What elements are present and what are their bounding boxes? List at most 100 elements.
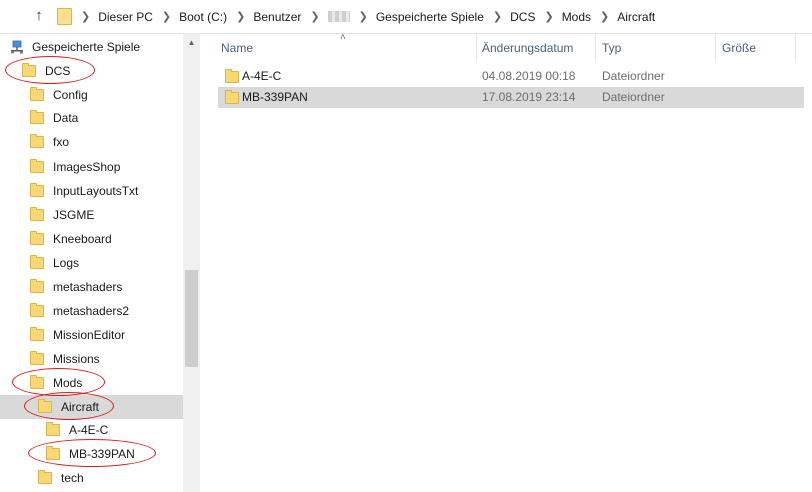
nav-scroll-thumb[interactable] [185, 270, 198, 367]
folder-icon [38, 399, 52, 413]
file-type: Dateiordner [602, 69, 665, 83]
tree-item-label: fxo [53, 135, 70, 149]
file-list: ˄ Name Änderungsdatum Typ Größe A-4E-C 0… [200, 32, 812, 492]
tree-item-tech[interactable]: tech [0, 466, 200, 490]
tree-item-label: Logs [53, 256, 80, 270]
tree-item-label: metashaders2 [53, 304, 130, 318]
tree-item-label: Missions [53, 352, 100, 366]
tree-item-aircraft[interactable]: Aircraft [0, 395, 200, 419]
tree-item-label: DCS [45, 64, 71, 78]
chevron-right-icon[interactable]: ❯ [81, 10, 90, 23]
column-divider[interactable] [595, 34, 596, 62]
column-header-size[interactable]: Größe [722, 34, 756, 62]
file-row-mb-339pan[interactable]: MB-339PAN 17.08.2019 23:14 Dateiordner [218, 87, 804, 108]
column-divider[interactable] [795, 34, 796, 62]
sort-ascending-icon: ˄ [340, 32, 346, 43]
tree-item-label: Mods [53, 376, 83, 390]
folder-icon [30, 183, 44, 197]
tree-item-gespeicherte-spiele[interactable]: Gespeicherte Spiele [0, 35, 193, 59]
up-arrow-icon[interactable]: ↑ [30, 7, 48, 25]
chevron-right-icon[interactable]: ❯ [236, 10, 245, 23]
tree-item-metashaders2[interactable]: metashaders2 [0, 299, 200, 323]
tree-item-label: A-4E-C [69, 423, 109, 437]
scroll-up-icon[interactable]: ▲ [183, 36, 200, 50]
chevron-right-icon[interactable]: ❯ [600, 10, 609, 23]
column-header-name[interactable]: Name [221, 34, 253, 62]
tree-item-label: Aircraft [61, 400, 100, 414]
file-name: A-4E-C [242, 69, 282, 83]
chevron-right-icon[interactable]: ❯ [310, 10, 319, 23]
tree-item-mods[interactable]: Mods [0, 371, 200, 395]
tree-item-label: metashaders [53, 280, 123, 294]
file-type: Dateiordner [602, 90, 665, 104]
folder-icon [30, 255, 44, 269]
folder-icon [30, 375, 44, 389]
folder-icon [30, 303, 44, 317]
tree-item-a-4e-c[interactable]: A-4E-C [0, 418, 200, 442]
chevron-right-icon[interactable]: ❯ [162, 10, 171, 23]
tree-item-fxo[interactable]: fxo [0, 130, 200, 154]
folder-icon [38, 470, 52, 484]
tree-item-metashaders[interactable]: metashaders [0, 275, 200, 299]
folder-icon [30, 159, 44, 173]
folder-icon [30, 87, 44, 101]
chevron-right-icon[interactable]: ❯ [493, 10, 502, 23]
breadcrumb: ❯ Dieser PC ❯ Boot (C:) ❯ Benutzer ❯ ❯ G… [72, 0, 655, 33]
nav-scrollbar[interactable]: ▲ [183, 34, 200, 492]
tree-item-label: JSGME [53, 208, 95, 222]
chevron-right-icon[interactable]: ❯ [359, 10, 368, 23]
tree-item-dcs[interactable]: DCS [0, 59, 200, 83]
network-folder-icon [10, 40, 24, 54]
tree-item-imagesshop[interactable]: ImagesShop [0, 155, 200, 179]
tree-item-mb-339pan[interactable]: MB-339PAN [0, 442, 200, 466]
breadcrumb-mods[interactable]: Mods [562, 10, 591, 24]
breadcrumb-benutzer[interactable]: Benutzer [253, 10, 301, 24]
tree-item-label: InputLayoutsTxt [53, 184, 139, 198]
breadcrumb-aircraft[interactable]: Aircraft [617, 10, 655, 24]
folder-icon [30, 351, 44, 365]
folder-icon [30, 231, 44, 245]
folder-icon [30, 110, 44, 124]
tree-item-logs[interactable]: Logs [0, 251, 200, 275]
tree-item-label: Config [53, 88, 88, 102]
tree-item-inputlayoutstxt[interactable]: InputLayoutsTxt [0, 179, 200, 203]
column-header-type[interactable]: Typ [602, 34, 621, 62]
column-header-date[interactable]: Änderungsdatum [482, 34, 573, 62]
address-bar[interactable]: ↑ ❯ Dieser PC ❯ Boot (C:) ❯ Benutzer ❯ ❯… [0, 0, 812, 34]
folder-icon [57, 8, 72, 25]
folder-icon [225, 69, 239, 83]
column-divider[interactable] [715, 34, 716, 62]
file-date: 17.08.2019 23:14 [482, 90, 576, 104]
tree-item-label: Gespeicherte Spiele [32, 40, 141, 54]
breadcrumb-boot-drive[interactable]: Boot (C:) [179, 10, 227, 24]
navigation-pane: Gespeicherte Spiele DCS Config Data fxo … [0, 34, 200, 492]
chevron-right-icon[interactable]: ❯ [544, 10, 553, 23]
folder-icon [46, 422, 60, 436]
breadcrumb-redacted-user[interactable] [327, 11, 350, 22]
breadcrumb-dieser-pc[interactable]: Dieser PC [98, 10, 153, 24]
folder-icon [30, 279, 44, 293]
breadcrumb-gespeicherte-spiele[interactable]: Gespeicherte Spiele [376, 10, 484, 24]
tree-item-label: Data [53, 111, 79, 125]
file-date: 04.08.2019 00:18 [482, 69, 576, 83]
tree-item-kneeboard[interactable]: Kneeboard [0, 227, 200, 251]
folder-icon [30, 207, 44, 221]
folder-icon [30, 327, 44, 341]
column-divider[interactable] [476, 34, 477, 62]
folder-icon [46, 446, 60, 460]
tree-item-label: MB-339PAN [69, 447, 135, 461]
tree-item-label: ImagesShop [53, 160, 121, 174]
tree-item-missions[interactable]: Missions [0, 347, 200, 371]
tree-item-missioneditor[interactable]: MissionEditor [0, 323, 200, 347]
breadcrumb-dcs[interactable]: DCS [510, 10, 535, 24]
tree-item-data[interactable]: Data [0, 106, 200, 130]
file-row-a-4e-c[interactable]: A-4E-C 04.08.2019 00:18 Dateiordner [218, 66, 804, 87]
tree-item-config[interactable]: Config [0, 83, 200, 107]
tree-item-label: Kneeboard [53, 232, 112, 246]
tree-item-jsgme[interactable]: JSGME [0, 203, 200, 227]
file-name: MB-339PAN [242, 90, 308, 104]
folder-icon [30, 134, 44, 148]
folder-icon [225, 90, 239, 104]
tree-item-label: tech [61, 471, 84, 485]
folder-icon [22, 63, 36, 77]
